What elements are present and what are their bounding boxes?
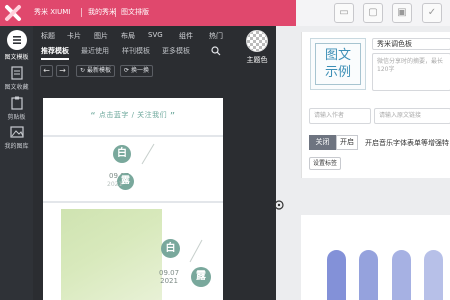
prev-arrow-button[interactable]: ← xyxy=(40,65,53,77)
check-icon[interactable]: ✓ xyxy=(422,3,442,23)
template-toolbar: ← → ↻ 最新模板 ⟳ 换一换 xyxy=(33,62,276,80)
source-url-input[interactable]: 请输入原文链接 xyxy=(374,108,450,124)
nav-item-my-gallery[interactable]: 我的图库 xyxy=(0,125,33,150)
brand-link[interactable]: 秀米 XIUMI xyxy=(34,7,70,17)
set-tags-button[interactable]: 设置标签 xyxy=(309,157,342,170)
xiumi-logo-icon[interactable] xyxy=(4,4,22,22)
save-icon[interactable]: ▣ xyxy=(392,3,412,23)
bookmark-icon xyxy=(10,66,23,80)
tab-more-templates[interactable]: 更多模板 xyxy=(162,46,190,56)
big-circle-label: 白 xyxy=(161,239,180,258)
latest-templates-button[interactable]: ↻ 最新模板 xyxy=(76,65,115,77)
year-text: 2021 xyxy=(160,277,178,285)
date-block: 09.07 2021 xyxy=(159,269,179,285)
green-image-block xyxy=(61,209,162,300)
toggle-close-button[interactable]: 关闭 xyxy=(309,135,336,150)
big-circle-label: 白 xyxy=(113,145,131,163)
next-arrow-button[interactable]: → xyxy=(56,65,69,77)
tab-recently-used[interactable]: 最近使用 xyxy=(81,46,109,56)
author-input[interactable]: 请输入作者 xyxy=(309,108,371,124)
tab-image[interactable]: 图片 xyxy=(94,31,108,41)
article-settings-card: 图文示例 秀米调色板 微信分享时的摘要，最长120字 请输入作者 请输入原文链接… xyxy=(301,32,450,178)
nav-label: 图文模板 xyxy=(4,54,29,61)
template-white-dew-1[interactable]: 白 09.07 露 2021 xyxy=(43,137,223,201)
palette-swatch[interactable] xyxy=(392,250,411,300)
palette-swatch[interactable] xyxy=(327,250,346,300)
article-description-input[interactable]: 微信分享时的摘要，最长120字 xyxy=(372,53,450,91)
template-follow-banner[interactable]: “ 点击蓝字 / 关注我们 ” xyxy=(43,98,223,135)
banner-text-row: “ 点击蓝字 / 关注我们 ” xyxy=(43,110,223,122)
preview-icon[interactable]: ▢ xyxy=(363,3,383,23)
template-list: “ 点击蓝字 / 关注我们 ” 白 09.07 露 2021 白 09.07 2… xyxy=(43,98,223,300)
nav-item-graphic-favorites[interactable]: 图文收藏 xyxy=(0,66,33,91)
folder-icon[interactable]: ▭ xyxy=(334,3,354,23)
list-icon xyxy=(6,30,27,50)
nav-label: 我的图库 xyxy=(4,143,29,150)
tab-layout[interactable]: 布局 xyxy=(121,31,135,41)
thumbnail-caption: 图文示例 xyxy=(324,48,351,80)
graphic-layout-link[interactable]: 图文排版 xyxy=(121,7,149,17)
image-icon xyxy=(9,126,24,138)
separator xyxy=(81,8,82,17)
theme-swatch-icon xyxy=(246,30,268,52)
palette-swatch[interactable] xyxy=(424,250,443,300)
thumbnail-text: 图文示例 xyxy=(315,43,361,85)
shuffle-label: 换一换 xyxy=(130,67,149,74)
left-navigation: 图文模板 图文收藏 剪贴板 我的图库 xyxy=(0,26,33,300)
palette-swatch[interactable] xyxy=(359,250,378,300)
enhancement-hint: 开启音乐字体表单等增强特 xyxy=(365,139,449,147)
slash-icon xyxy=(189,239,203,263)
tab-svg[interactable]: SVG xyxy=(148,31,163,39)
article-title-input[interactable]: 秀米调色板 xyxy=(372,38,450,50)
nav-label: 剪贴板 xyxy=(7,114,26,121)
toggle-open-button[interactable]: 开启 xyxy=(336,135,358,150)
cover-thumbnail[interactable]: 图文示例 xyxy=(310,38,366,90)
search-icon[interactable] xyxy=(211,46,221,56)
top-bar: 秀米 XIUMI 我的秀米 图文排版 ▭ ▢ ▣ ✓ xyxy=(0,0,450,26)
editor-toolbar: ▭ ▢ ▣ ✓ xyxy=(296,0,450,26)
date-text: 09.07 xyxy=(159,269,180,277)
nav-label: 图文收藏 xyxy=(4,84,29,91)
template-white-dew-2[interactable]: 白 09.07 2021 露 xyxy=(43,203,223,300)
mouse-cursor-icon xyxy=(274,200,284,210)
shuffle-button[interactable]: ⟳ 换一换 xyxy=(120,65,153,77)
tab-popular[interactable]: 热门 xyxy=(209,31,223,41)
latest-templates-label: 最新模板 xyxy=(86,67,111,74)
quote-close-icon: ” xyxy=(169,111,176,122)
tab-component[interactable]: 组件 xyxy=(179,31,193,41)
nav-item-graphic-templates[interactable]: 图文模板 xyxy=(0,30,33,61)
tab-title[interactable]: 标题 xyxy=(41,31,55,41)
small-circle-label: 露 xyxy=(191,267,211,287)
separator xyxy=(115,8,116,17)
tab-card[interactable]: 卡片 xyxy=(67,31,81,41)
year-text: 2021 xyxy=(107,181,123,188)
banner-text: 点击蓝字 / 关注我们 xyxy=(98,111,168,119)
my-xiumi-link[interactable]: 我的秀米 xyxy=(88,7,116,17)
tab-recommended[interactable]: 推荐模板 xyxy=(41,46,69,60)
quote-open-icon: “ xyxy=(90,111,97,122)
tab-sample-templates[interactable]: 样刊模板 xyxy=(122,46,150,56)
slash-icon xyxy=(141,143,155,165)
nav-item-clipboard[interactable]: 剪贴板 xyxy=(0,96,33,121)
clipboard-icon xyxy=(10,96,23,110)
